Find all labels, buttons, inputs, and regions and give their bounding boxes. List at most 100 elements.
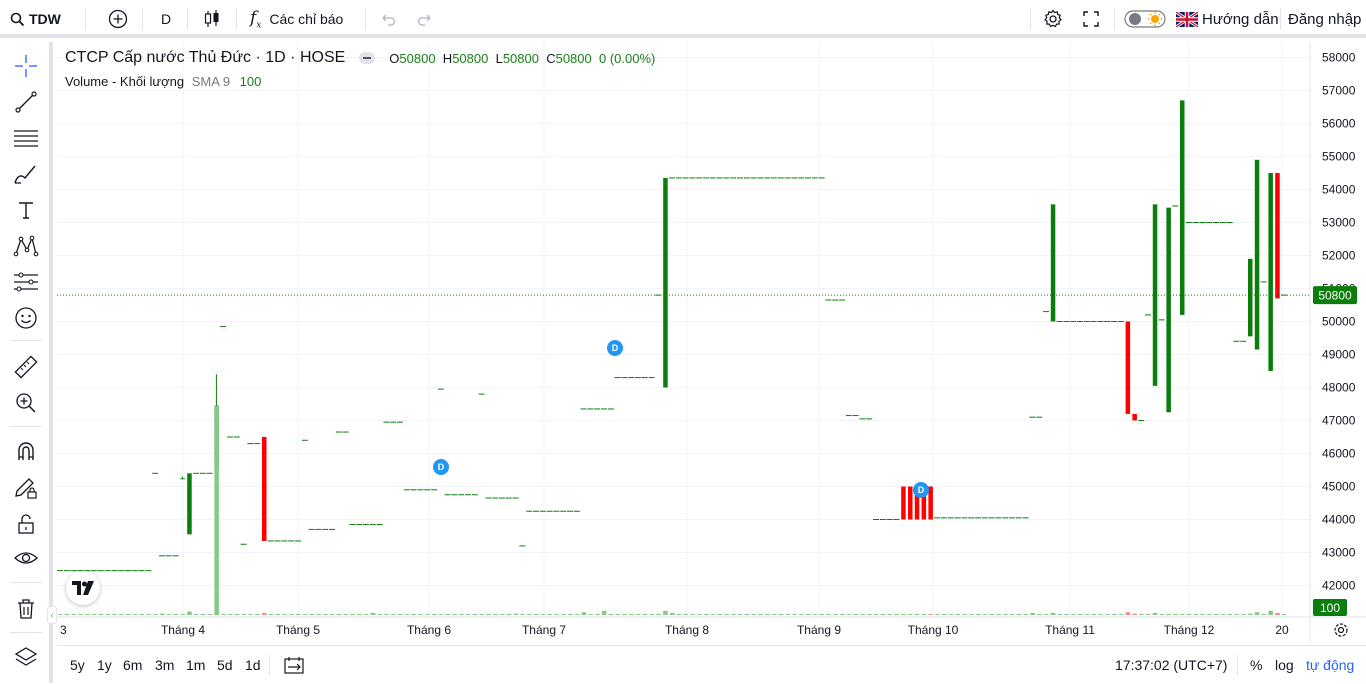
candle bbox=[663, 177, 668, 388]
tradingview-logo[interactable] bbox=[66, 571, 100, 605]
volume-bar bbox=[602, 610, 607, 615]
percent-toggle[interactable]: % bbox=[1250, 646, 1262, 684]
remove-drawings-tool[interactable] bbox=[8, 594, 44, 624]
range-1y[interactable]: 1y bbox=[97, 646, 112, 684]
price-tick-label: 56000 bbox=[1322, 117, 1356, 131]
redo-button[interactable] bbox=[417, 0, 433, 38]
candle bbox=[901, 486, 906, 520]
volume-bar bbox=[1023, 614, 1029, 615]
candle bbox=[1275, 173, 1280, 299]
volume-bar bbox=[1207, 614, 1212, 615]
hide-tool[interactable] bbox=[8, 543, 44, 573]
time-tick-label: Tháng 6 bbox=[407, 623, 451, 637]
volume-bar bbox=[71, 614, 77, 615]
chart-type-button[interactable] bbox=[203, 0, 221, 38]
volume-bar bbox=[466, 614, 471, 615]
volume-bar bbox=[1003, 614, 1008, 615]
log-toggle[interactable]: log bbox=[1275, 646, 1294, 684]
magnet-tool[interactable] bbox=[8, 437, 44, 467]
volume-bar bbox=[1139, 614, 1144, 615]
volume-bar bbox=[112, 614, 117, 615]
candle bbox=[180, 478, 185, 480]
range-1d[interactable]: 1d bbox=[245, 646, 261, 684]
dividend-marker[interactable]: D bbox=[607, 340, 623, 356]
volume-legend[interactable]: Volume - Khối lượng SMA 9 100 bbox=[65, 74, 261, 89]
symbol-title[interactable]: CTCP Cấp nước Thủ Đức · 1D · HOSE bbox=[65, 49, 345, 67]
time-tick-label: Tháng 4 bbox=[161, 623, 205, 637]
undo-button[interactable] bbox=[380, 0, 396, 38]
text-tool[interactable] bbox=[8, 195, 44, 225]
auto-scale-toggle[interactable]: tự động bbox=[1306, 646, 1354, 684]
range-6m[interactable]: 6m bbox=[123, 646, 142, 684]
volume-bar bbox=[1050, 612, 1056, 615]
volume-bar bbox=[268, 614, 274, 615]
tv-logo-icon bbox=[72, 581, 94, 595]
volume-bar bbox=[1166, 614, 1171, 615]
unlock-icon bbox=[18, 514, 34, 534]
range-1m[interactable]: 1m bbox=[186, 646, 205, 684]
scroll-left-handle[interactable]: ‹ bbox=[47, 606, 57, 624]
volume-bar bbox=[799, 614, 804, 615]
volume-bar bbox=[894, 614, 899, 615]
symbol-label: TDW bbox=[29, 11, 61, 27]
volume-bar bbox=[445, 614, 451, 615]
collapse-legend-icon[interactable] bbox=[359, 52, 376, 64]
volume-bar bbox=[1044, 614, 1049, 615]
price-chart[interactable]: 5800057000560005500054000530005200051000… bbox=[57, 42, 1366, 643]
fullscreen-button[interactable] bbox=[1082, 0, 1100, 38]
range-3m[interactable]: 3m bbox=[155, 646, 174, 684]
lock-drawing-tool[interactable] bbox=[8, 473, 44, 503]
brush-tool[interactable] bbox=[8, 159, 44, 189]
volume-bar bbox=[1261, 614, 1267, 615]
pencil-lock-icon bbox=[15, 478, 37, 499]
volume-bar bbox=[826, 614, 831, 615]
volume-bar bbox=[683, 614, 689, 615]
undo-icon bbox=[382, 14, 396, 26]
trend-line-tool[interactable] bbox=[8, 87, 44, 117]
price-tick-label: 48000 bbox=[1322, 381, 1356, 395]
volume-bar bbox=[316, 614, 321, 615]
indicators-button[interactable]: fx Các chỉ báo bbox=[250, 0, 343, 38]
range-5d[interactable]: 5d bbox=[217, 646, 233, 684]
chart-area[interactable]: 5800057000560005500054000530005200051000… bbox=[47, 42, 1366, 643]
object-tree-tool[interactable] bbox=[8, 642, 44, 672]
settings-button[interactable] bbox=[1043, 0, 1063, 38]
volume-bar bbox=[1146, 614, 1151, 615]
volume-bar bbox=[758, 614, 763, 615]
fx-icon: fx bbox=[250, 7, 262, 31]
emoji-tool[interactable] bbox=[8, 303, 44, 333]
compare-button[interactable] bbox=[108, 0, 128, 38]
pattern-tool[interactable] bbox=[8, 231, 44, 261]
measure-tool[interactable] bbox=[8, 352, 44, 382]
interval-button[interactable]: D bbox=[161, 0, 171, 38]
axis-settings-icon[interactable] bbox=[1333, 622, 1349, 643]
candle bbox=[1180, 100, 1185, 315]
fib-tool[interactable] bbox=[8, 123, 44, 153]
zoom-tool[interactable] bbox=[8, 388, 44, 418]
candle bbox=[928, 486, 933, 520]
dividend-marker[interactable]: D bbox=[433, 459, 449, 475]
open-label: O bbox=[389, 50, 400, 66]
clock-timezone[interactable]: 17:37:02 (UTC+7) bbox=[1115, 646, 1227, 684]
volume-bar bbox=[887, 614, 893, 615]
low-value: 50800 bbox=[502, 50, 539, 66]
volume-bar bbox=[710, 614, 716, 615]
date-range-button[interactable] bbox=[284, 646, 304, 684]
range-5y[interactable]: 5y bbox=[70, 646, 85, 684]
volume-bar bbox=[785, 614, 791, 615]
login-button[interactable]: Đăng nhập bbox=[1288, 0, 1361, 38]
volume-bar bbox=[595, 614, 600, 615]
volume-bar bbox=[289, 614, 294, 615]
volume-bar bbox=[976, 614, 981, 615]
theme-toggle[interactable] bbox=[1124, 0, 1166, 38]
crosshair-tool[interactable] bbox=[8, 51, 44, 81]
volume-bar bbox=[1227, 614, 1233, 615]
volume-bar bbox=[506, 614, 512, 615]
price-tick-label: 57000 bbox=[1322, 84, 1356, 98]
prediction-tool[interactable] bbox=[8, 267, 44, 297]
dividend-marker[interactable]: D bbox=[913, 482, 929, 498]
help-link[interactable]: Hướng dẫn bbox=[1176, 0, 1279, 38]
lock-all-tool[interactable] bbox=[8, 509, 44, 539]
volume-bar bbox=[1118, 614, 1124, 615]
symbol-search[interactable]: TDW bbox=[10, 0, 61, 38]
